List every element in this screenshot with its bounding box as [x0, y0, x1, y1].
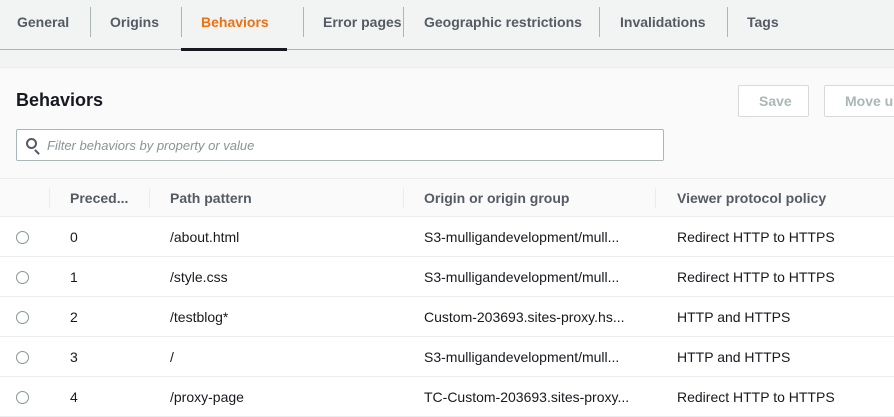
viewer-protocol-policy-cell: HTTP and HTTPS: [655, 296, 894, 337]
row-select[interactable]: [0, 256, 49, 297]
origin-cell: S3-mulligandevelopment/mull...: [403, 216, 655, 257]
search-icon: [26, 138, 37, 149]
filter-input[interactable]: [47, 130, 647, 160]
precedence-cell: 2: [49, 296, 149, 337]
table-row[interactable]: 0 /about.html S3-mulligandevelopment/mul…: [0, 216, 894, 257]
path-pattern-cell: /testblog*: [149, 296, 403, 337]
tab-geographic-restrictions[interactable]: Geographic restrictions: [424, 0, 582, 50]
tab-origins[interactable]: Origins: [110, 0, 159, 50]
tab-divider: [727, 7, 728, 37]
row-select[interactable]: [0, 296, 49, 337]
tab-error-pages[interactable]: Error pages: [323, 0, 402, 50]
column-header-origin[interactable]: Origin or origin group: [403, 178, 655, 217]
tab-bar: General Origins Behaviors Error pages Ge…: [0, 0, 894, 51]
move-up-button[interactable]: Move up: [824, 85, 894, 117]
origin-cell: S3-mulligandevelopment/mull...: [403, 336, 655, 377]
filter-field[interactable]: [16, 129, 664, 161]
tab-divider: [303, 7, 304, 37]
origin-cell: S3-mulligandevelopment/mull...: [403, 256, 655, 297]
tab-behaviors[interactable]: Behaviors: [181, 0, 287, 51]
precedence-cell: 1: [49, 256, 149, 297]
path-pattern-cell: /proxy-page: [149, 376, 403, 417]
row-select[interactable]: [0, 336, 49, 377]
radio-button[interactable]: [16, 311, 29, 325]
origin-cell: TC-Custom-203693.sites-proxy...: [403, 376, 655, 417]
precedence-cell: 0: [49, 216, 149, 257]
table-row[interactable]: 3 / S3-mulligandevelopment/mull... HTTP …: [0, 336, 894, 377]
tab-divider: [181, 7, 182, 37]
column-header-viewer-protocol-policy[interactable]: Viewer protocol policy: [655, 178, 894, 217]
tab-divider: [403, 7, 404, 37]
precedence-cell: 4: [49, 376, 149, 417]
viewer-protocol-policy-cell: Redirect HTTP to HTTPS: [655, 256, 894, 297]
table-row[interactable]: 2 /testblog* Custom-203693.sites-proxy.h…: [0, 296, 894, 337]
tab-divider: [90, 7, 91, 37]
row-select[interactable]: [0, 376, 49, 417]
radio-button[interactable]: [16, 231, 29, 245]
radio-button[interactable]: [16, 271, 29, 285]
origin-cell: Custom-203693.sites-proxy.hs...: [403, 296, 655, 337]
tab-general[interactable]: General: [17, 0, 69, 50]
table-row[interactable]: 4 /proxy-page TC-Custom-203693.sites-pro…: [0, 376, 894, 417]
viewer-protocol-policy-cell: Redirect HTTP to HTTPS: [655, 216, 894, 257]
tab-invalidations[interactable]: Invalidations: [620, 0, 706, 50]
viewer-protocol-policy-cell: Redirect HTTP to HTTPS: [655, 376, 894, 417]
table-header: Preced... Path pattern Origin or origin …: [0, 178, 894, 217]
path-pattern-cell: /style.css: [149, 256, 403, 297]
behaviors-table: Preced... Path pattern Origin or origin …: [0, 178, 894, 417]
tab-tags[interactable]: Tags: [747, 0, 779, 50]
column-header-precedence[interactable]: Preced...: [49, 178, 149, 217]
behaviors-panel: Behaviors Save Move up Preced... Path pa…: [0, 67, 894, 417]
tab-divider: [599, 7, 600, 37]
row-select[interactable]: [0, 216, 49, 257]
radio-button[interactable]: [16, 391, 29, 405]
path-pattern-cell: /about.html: [149, 216, 403, 257]
table-row[interactable]: 1 /style.css S3-mulligandevelopment/mull…: [0, 256, 894, 297]
column-header-path-pattern[interactable]: Path pattern: [149, 178, 403, 217]
section-title: Behaviors: [16, 90, 104, 110]
radio-button[interactable]: [16, 351, 29, 365]
select-column-header: [0, 178, 49, 217]
precedence-cell: 3: [49, 336, 149, 377]
path-pattern-cell: /: [149, 336, 403, 377]
save-button[interactable]: Save: [738, 85, 809, 117]
viewer-protocol-policy-cell: HTTP and HTTPS: [655, 336, 894, 377]
